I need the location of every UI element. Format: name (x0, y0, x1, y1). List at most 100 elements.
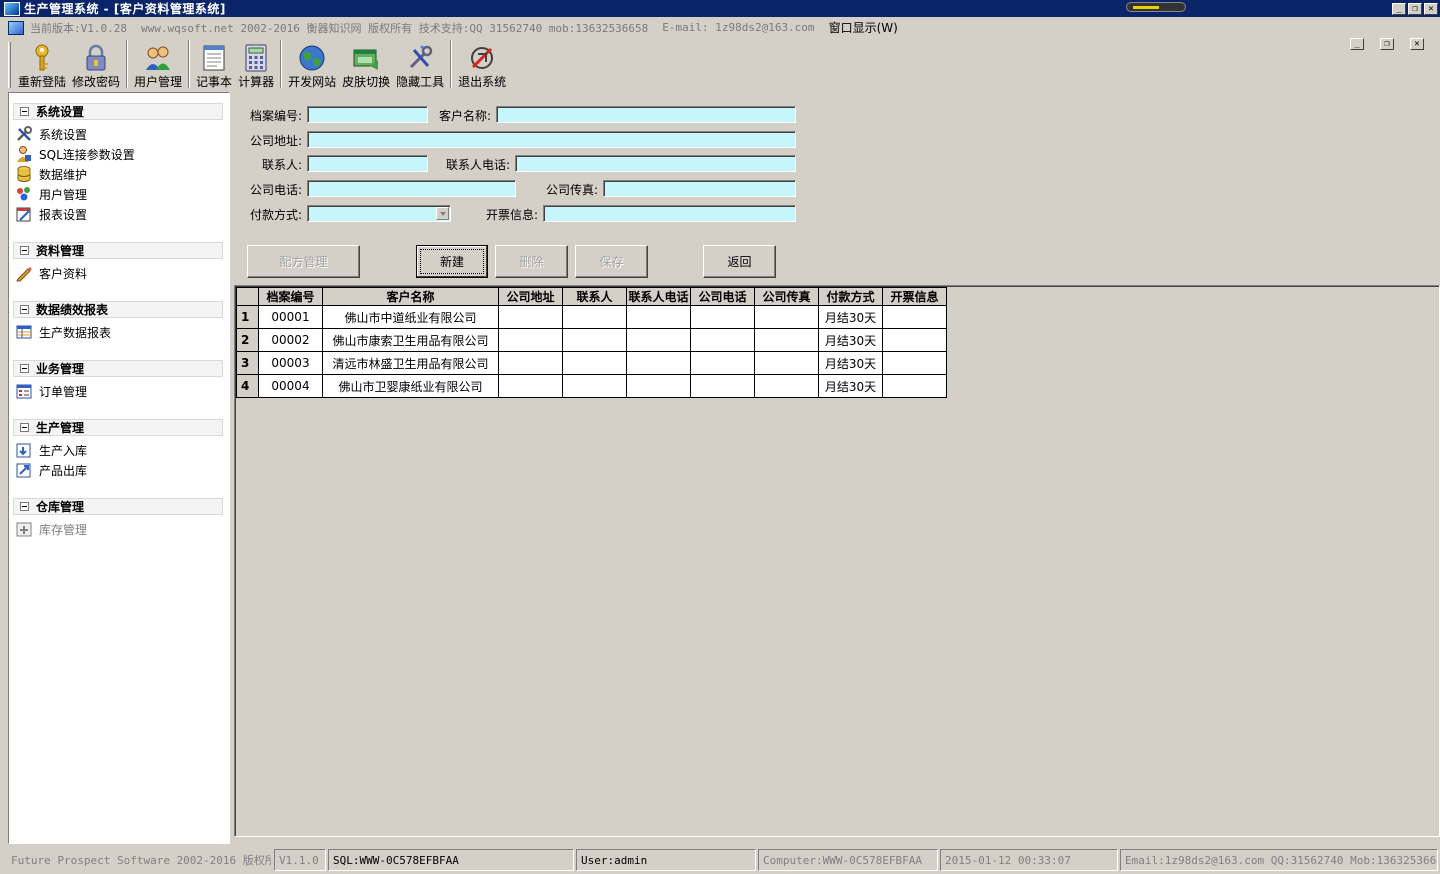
table-cell[interactable] (626, 305, 691, 329)
sidebar-item-product-outbound[interactable]: 产品出库 (13, 460, 229, 480)
row-number[interactable]: 4 (236, 374, 259, 398)
collapse-icon[interactable] (20, 305, 29, 314)
table-cell[interactable]: 00001 (258, 305, 323, 329)
sidebar-item-inventory-management[interactable]: 库存管理 (13, 519, 229, 539)
payment-method-select[interactable] (307, 205, 451, 222)
table-cell[interactable]: 00004 (258, 374, 323, 398)
collapse-icon[interactable] (20, 246, 29, 255)
table-cell[interactable] (882, 305, 947, 329)
table-cell[interactable]: 月结30天 (818, 328, 883, 352)
table-cell[interactable] (498, 305, 563, 329)
customer-name-input[interactable] (496, 106, 796, 123)
table-cell[interactable] (690, 328, 755, 352)
column-header[interactable]: 付款方式 (818, 287, 883, 306)
company-fax-input[interactable] (603, 180, 796, 197)
table-cell[interactable]: 清远市林盛卫生用品有限公司 (322, 351, 499, 375)
close-button[interactable]: ✕ (1424, 2, 1438, 15)
sidebar-group-header[interactable]: 系统设置 (13, 103, 223, 120)
table-row[interactable]: 1 00001 佛山市中道纸业有限公司 月结30天 (236, 305, 947, 329)
table-cell[interactable] (626, 328, 691, 352)
notepad-button[interactable]: 记事本 (193, 38, 235, 90)
table-cell[interactable]: 佛山市卫婴康纸业有限公司 (322, 374, 499, 398)
table-cell[interactable] (882, 328, 947, 352)
mdi-child-icon[interactable] (8, 20, 24, 35)
company-phone-input[interactable] (307, 180, 516, 197)
table-cell[interactable] (562, 351, 627, 375)
sidebar-item-order-management[interactable]: 订单管理 (13, 381, 229, 401)
table-corner[interactable] (236, 287, 259, 306)
table-cell[interactable] (754, 305, 819, 329)
table-cell[interactable]: 佛山市康索卫生用品有限公司 (322, 328, 499, 352)
contact-phone-input[interactable] (515, 155, 796, 172)
relogin-button[interactable]: 重新登陆 (15, 38, 69, 90)
sidebar-group-header[interactable]: 数据绩效报表 (13, 301, 223, 318)
table-cell[interactable]: 月结30天 (818, 351, 883, 375)
column-header[interactable]: 档案编号 (258, 287, 323, 306)
table-cell[interactable]: 月结30天 (818, 305, 883, 329)
table-row[interactable]: 4 00004 佛山市卫婴康纸业有限公司 月结30天 (236, 374, 947, 398)
formula-management-button[interactable]: 配方管理 (247, 245, 360, 278)
sidebar-item-production-report[interactable]: 生产数据报表 (13, 322, 229, 342)
save-button[interactable]: 保存 (575, 245, 648, 278)
calculator-button[interactable]: 计算器 (235, 38, 277, 90)
table-cell[interactable] (690, 351, 755, 375)
table-cell[interactable] (498, 351, 563, 375)
new-button[interactable]: 新建 (416, 245, 488, 278)
sidebar-group-header[interactable]: 生产管理 (13, 419, 223, 436)
row-number[interactable]: 2 (236, 328, 259, 352)
back-button[interactable]: 返回 (703, 245, 776, 278)
row-number[interactable]: 1 (236, 305, 259, 329)
table-cell[interactable] (882, 351, 947, 375)
toolbar-grip[interactable] (8, 42, 11, 88)
table-cell[interactable] (754, 374, 819, 398)
table-cell[interactable]: 佛山市中道纸业有限公司 (322, 305, 499, 329)
table-cell[interactable]: 00003 (258, 351, 323, 375)
hide-tools-button[interactable]: 隐藏工具 (393, 38, 447, 90)
collapse-icon[interactable] (20, 423, 29, 432)
column-header[interactable]: 联系人 (562, 287, 627, 306)
column-header[interactable]: 客户名称 (322, 287, 499, 306)
change-password-button[interactable]: 修改密码 (69, 38, 123, 90)
collapse-icon[interactable] (20, 502, 29, 511)
sidebar-item-system-settings[interactable]: 系统设置 (13, 124, 229, 144)
invoice-info-input[interactable] (543, 205, 796, 222)
sidebar-item-production-inbound[interactable]: 生产入库 (13, 440, 229, 460)
sidebar-group-header[interactable]: 资料管理 (13, 242, 223, 259)
restore-button[interactable]: ❐ (1408, 2, 1422, 15)
table-cell[interactable] (562, 328, 627, 352)
sidebar-item-sql-settings[interactable]: SQL连接参数设置 (13, 144, 229, 164)
minimize-button[interactable]: _ (1392, 2, 1406, 15)
table-cell[interactable] (626, 351, 691, 375)
user-management-button[interactable]: 用户管理 (131, 38, 185, 90)
table-row[interactable]: 3 00003 清远市林盛卫生用品有限公司 月结30天 (236, 351, 947, 375)
column-header[interactable]: 开票信息 (882, 287, 947, 306)
table-cell[interactable] (626, 374, 691, 398)
website-button[interactable]: 开发网站 (285, 38, 339, 90)
chevron-down-icon[interactable] (436, 207, 449, 220)
window-menu[interactable]: 窗口显示(W) (829, 19, 898, 36)
contact-input[interactable] (307, 155, 428, 172)
column-header[interactable]: 公司传真 (754, 287, 819, 306)
sidebar-item-data-maintenance[interactable]: 数据维护 (13, 164, 229, 184)
column-header[interactable]: 公司地址 (498, 287, 563, 306)
sidebar-item-report-settings[interactable]: 报表设置 (13, 204, 229, 224)
collapse-icon[interactable] (20, 107, 29, 116)
table-cell[interactable] (498, 374, 563, 398)
table-cell[interactable] (498, 328, 563, 352)
column-header[interactable]: 联系人电话 (626, 287, 691, 306)
company-address-input[interactable] (307, 131, 796, 148)
table-row[interactable]: 2 00002 佛山市康索卫生用品有限公司 月结30天 (236, 328, 947, 352)
table-cell[interactable] (562, 374, 627, 398)
table-cell[interactable] (754, 351, 819, 375)
collapse-icon[interactable] (20, 364, 29, 373)
delete-button[interactable]: 删除 (495, 245, 568, 278)
table-cell[interactable]: 00002 (258, 328, 323, 352)
table-cell[interactable] (690, 374, 755, 398)
table-cell[interactable] (562, 305, 627, 329)
sidebar-item-customer-data[interactable]: 客户资料 (13, 263, 229, 283)
column-header[interactable]: 公司电话 (690, 287, 755, 306)
sidebar-item-user-management[interactable]: 用户管理 (13, 184, 229, 204)
table-cell[interactable]: 月结30天 (818, 374, 883, 398)
row-number[interactable]: 3 (236, 351, 259, 375)
skin-switch-button[interactable]: 皮肤切换 (339, 38, 393, 90)
